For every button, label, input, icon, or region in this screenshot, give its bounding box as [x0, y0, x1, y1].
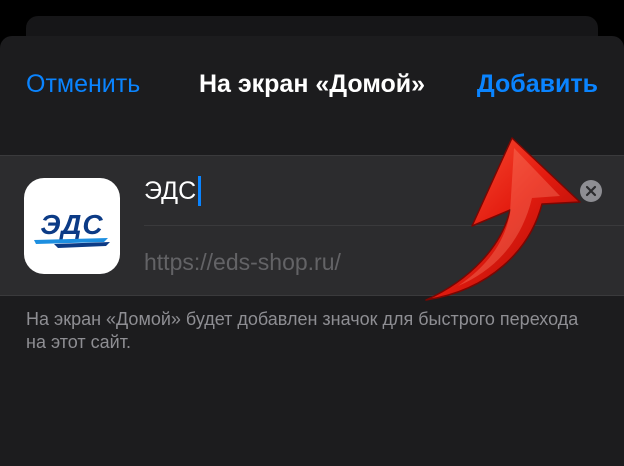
add-button[interactable]: Добавить — [477, 70, 598, 99]
name-input[interactable]: ЭДС — [144, 176, 202, 206]
app-icon-preview: ЭДС — [24, 178, 120, 274]
name-input-value: ЭДС — [144, 176, 197, 205]
eds-logo-text: ЭДС — [40, 209, 103, 240]
url-field-row: https://eds-shop.ru/ — [144, 226, 624, 296]
navigation-bar: Отменить На экран «Домой» Добавить — [0, 36, 624, 128]
bookmark-form: ЭДС ЭДС https://eds-shop.ru/ — [0, 155, 624, 296]
clear-x-icon — [585, 185, 597, 197]
eds-logo-icon: ЭДС — [34, 209, 110, 248]
name-field-row: ЭДС — [144, 156, 624, 226]
footer-note: На экран «Домой» будет добавлен значок д… — [26, 309, 579, 352]
text-caret — [198, 176, 202, 206]
site-url: https://eds-shop.ru/ — [144, 249, 341, 275]
clear-icon[interactable] — [580, 180, 602, 202]
